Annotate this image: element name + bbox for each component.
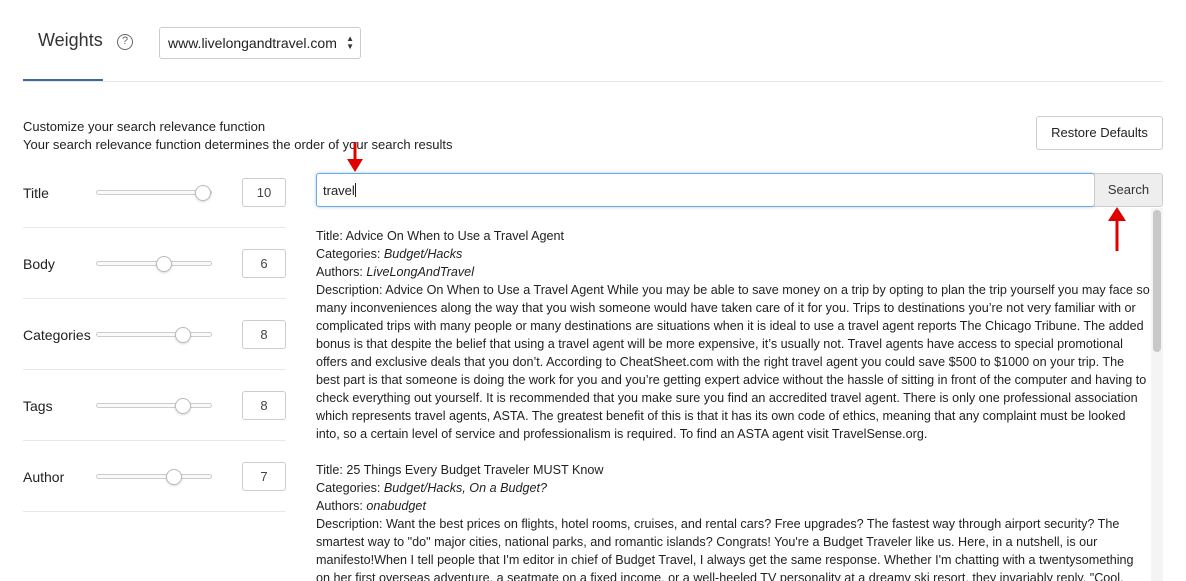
slider-thumb[interactable] (155, 256, 172, 272)
result-authors-label: Authors: (316, 499, 367, 513)
result-categories-label: Categories: (316, 481, 384, 495)
result-categories-label: Categories: (316, 247, 384, 261)
header: Weights ? www.livelongandtravel.com ▲ ▼ (0, 0, 1186, 82)
weight-slider[interactable] (96, 256, 212, 272)
result-description-label: Description: (316, 517, 386, 531)
result-categories: Budget/Hacks, On a Budget? (383, 481, 548, 495)
annotation-arrow-down-icon (347, 142, 363, 172)
weight-row-author: Author 7 (23, 441, 286, 512)
annotation-arrow-up-icon (1108, 207, 1126, 251)
slider-thumb[interactable] (165, 469, 182, 485)
results-list[interactable]: Title: Advice On When to Use a Travel Ag… (316, 227, 1150, 581)
restore-defaults-button[interactable]: Restore Defaults (1036, 116, 1163, 150)
result-categories-line: Categories: Budget/Hacks (316, 245, 1150, 263)
select-arrows-icon: ▲ ▼ (346, 34, 354, 51)
weight-label: Body (23, 256, 55, 272)
weight-row-body: Body 6 (23, 228, 286, 299)
result-item: Title: Advice On When to Use a Travel Ag… (316, 227, 1150, 443)
search-input[interactable]: travel (316, 173, 1095, 207)
page-title: Weights (38, 30, 103, 50)
weight-label: Title (23, 185, 49, 201)
weight-slider[interactable] (96, 327, 212, 343)
result-authors-line: Authors: LiveLongAndTravel (316, 263, 1150, 281)
result-authors: onabudget (366, 499, 426, 513)
result-authors-line: Authors: onabudget (316, 497, 1150, 515)
slider-thumb[interactable] (175, 398, 192, 414)
result-description: Advice On When to Use a Travel Agent Whi… (316, 283, 1150, 441)
weight-slider[interactable] (96, 469, 212, 485)
result-title: Advice On When to Use a Travel Agent (345, 229, 565, 243)
result-title-line: Title: Advice On When to Use a Travel Ag… (316, 227, 1150, 245)
result-title-line: Title: 25 Things Every Budget Traveler M… (316, 461, 1150, 479)
result-description-line: Description: Want the best prices on fli… (316, 515, 1150, 581)
text-caret (354, 183, 356, 197)
weight-row-title: Title 10 (23, 157, 286, 228)
search-input-value: travel (323, 183, 355, 198)
result-description-label: Description: (316, 283, 386, 297)
weight-label: Categories (23, 327, 91, 343)
weight-row-tags: Tags 8 (23, 370, 286, 441)
site-select-value: www.livelongandtravel.com (168, 35, 337, 51)
result-description-line: Description: Advice On When to Use a Tra… (316, 281, 1150, 443)
result-authors-label: Authors: (316, 265, 367, 279)
search-button[interactable]: Search (1094, 173, 1163, 207)
weight-value-input[interactable]: 10 (242, 178, 286, 207)
question-circle-icon[interactable]: ? (117, 34, 133, 50)
weight-value-input[interactable]: 7 (242, 462, 286, 491)
description-line-2: Your search relevance function determine… (23, 137, 453, 152)
site-select[interactable]: www.livelongandtravel.com ▲ ▼ (159, 27, 361, 59)
result-title-label: Title: (316, 229, 346, 243)
result-item: Title: 25 Things Every Budget Traveler M… (316, 461, 1150, 581)
result-categories: Budget/Hacks (383, 247, 463, 261)
weights-panel: Title 10 Body 6 Categories 8 Tags 8 Auth… (23, 157, 286, 512)
weight-row-categories: Categories 8 (23, 299, 286, 370)
weight-label: Author (23, 469, 65, 485)
result-title-label: Title: (316, 463, 347, 477)
result-title: 25 Things Every Budget Traveler MUST Kno… (346, 463, 604, 477)
slider-thumb[interactable] (175, 327, 192, 343)
weight-slider[interactable] (96, 185, 212, 201)
weight-label: Tags (23, 398, 53, 414)
result-description: Want the best prices on flights, hotel r… (316, 517, 1134, 581)
result-authors: LiveLongAndTravel (366, 265, 474, 279)
scrollbar-thumb[interactable] (1153, 210, 1161, 352)
result-categories-line: Categories: Budget/Hacks, On a Budget? (316, 479, 1150, 497)
weight-value-input[interactable]: 8 (242, 391, 286, 420)
weight-value-input[interactable]: 6 (242, 249, 286, 278)
weight-slider[interactable] (96, 398, 212, 414)
header-divider (23, 81, 1163, 82)
slider-thumb[interactable] (195, 185, 211, 201)
results-scrollbar[interactable] (1151, 208, 1163, 581)
description-line-1: Customize your search relevance function (23, 119, 266, 134)
weight-value-input[interactable]: 8 (242, 320, 286, 349)
